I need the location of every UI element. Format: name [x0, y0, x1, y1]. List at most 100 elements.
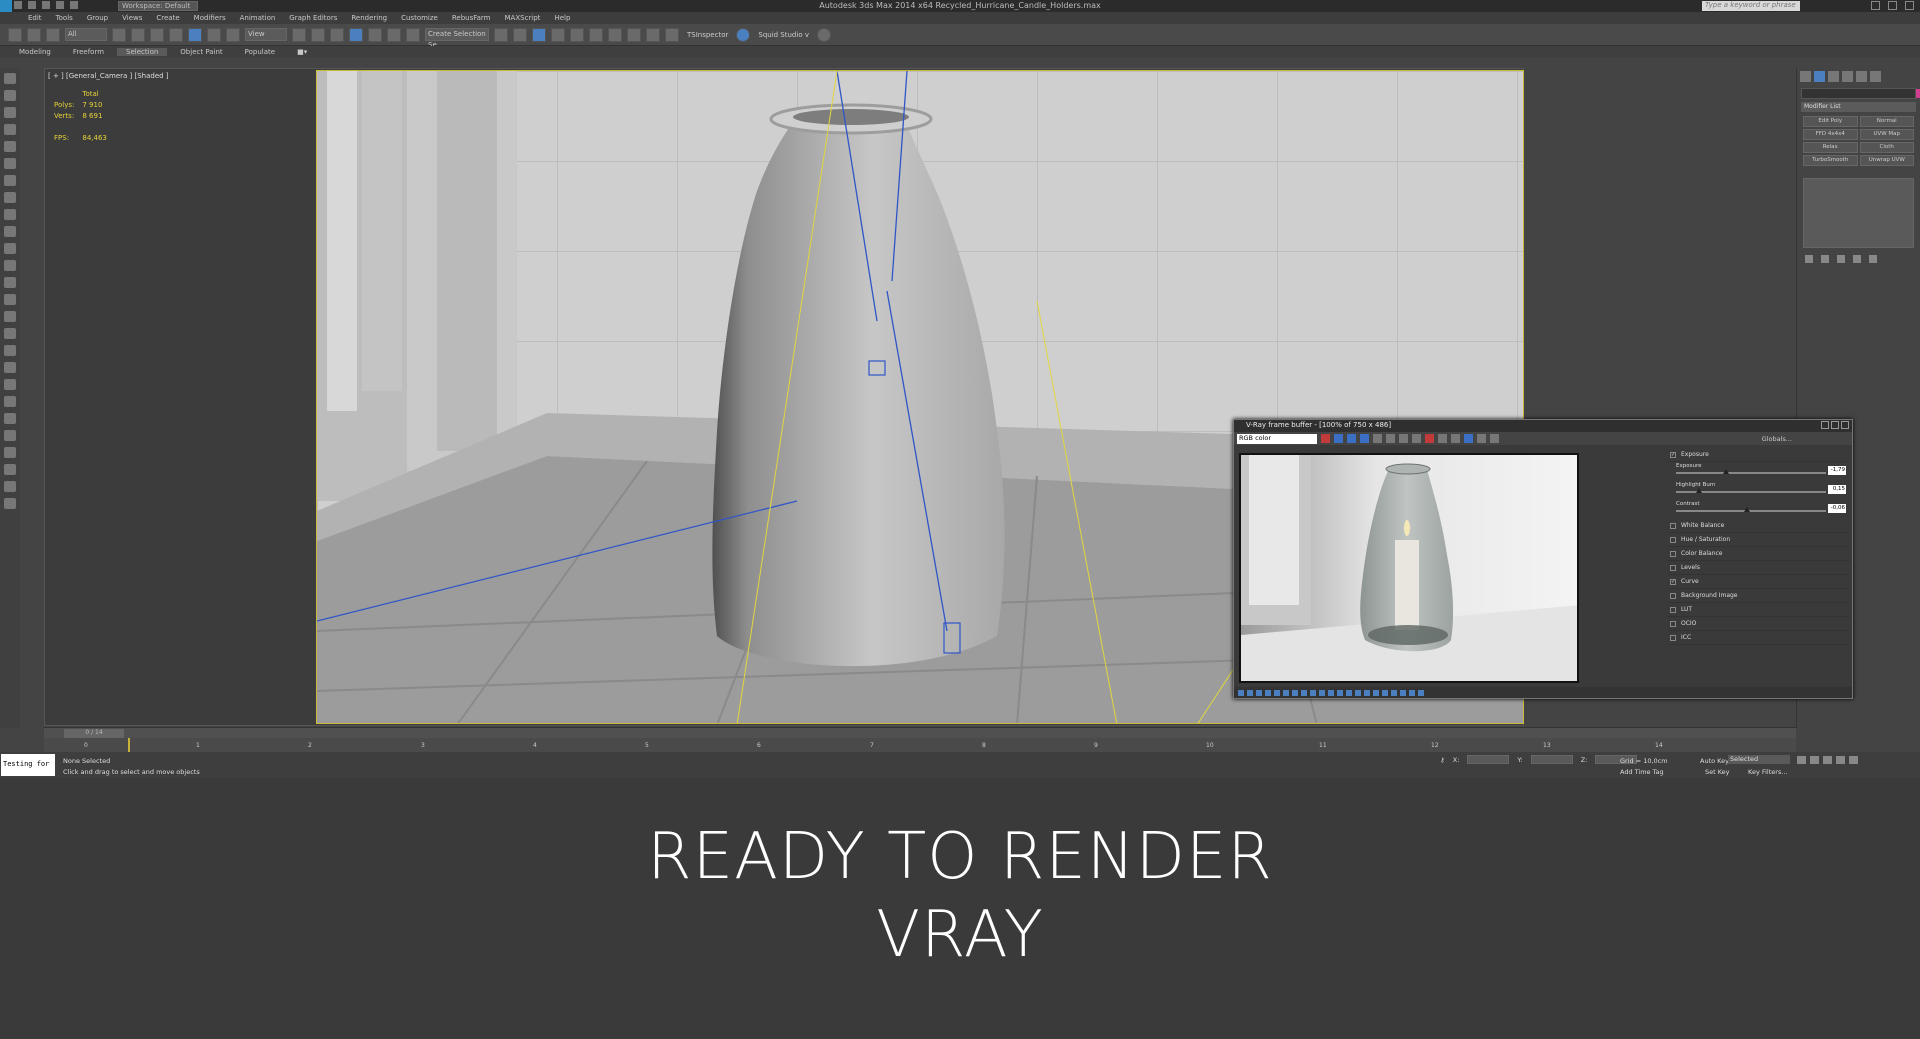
tool-icon[interactable] — [4, 498, 16, 509]
render-setup-icon[interactable] — [627, 27, 641, 42]
select-move-icon[interactable] — [188, 27, 202, 42]
tool-icon[interactable] — [1337, 689, 1343, 696]
go-to-end-icon[interactable] — [1849, 756, 1858, 764]
menu-rendering[interactable]: Rendering — [351, 14, 387, 22]
load-icon[interactable] — [1412, 434, 1421, 443]
tool-icon[interactable] — [4, 396, 16, 407]
tool-icon[interactable] — [1301, 689, 1307, 696]
key-selection-dropdown[interactable]: Selected — [1728, 755, 1790, 764]
material-editor-icon[interactable] — [608, 27, 622, 42]
viewport-label[interactable]: [ + ] [General_Camera ] [Shaded ] — [48, 72, 169, 80]
blue-channel-icon[interactable] — [1360, 434, 1369, 443]
hierarchy-tab-icon[interactable] — [1828, 71, 1839, 82]
tool-icon[interactable] — [4, 328, 16, 339]
tsinspector-icon[interactable] — [736, 27, 751, 42]
tool-icon[interactable] — [4, 141, 16, 152]
named-selection-dropdown[interactable]: Create Selection Se — [425, 28, 489, 49]
render-last-icon[interactable] — [1490, 434, 1499, 443]
select-by-name-icon[interactable] — [131, 27, 145, 42]
exposure-row[interactable]: ✓ Exposure — [1668, 448, 1850, 462]
utilities-tab-icon[interactable] — [1870, 71, 1881, 82]
save-image-icon[interactable] — [1321, 434, 1330, 443]
tool-icon[interactable] — [1364, 689, 1370, 696]
tool-icon[interactable] — [4, 90, 16, 101]
manipulate-icon[interactable] — [311, 27, 325, 42]
correction-layer-row[interactable]: OCIO — [1668, 617, 1850, 631]
tool-icon[interactable] — [4, 464, 16, 475]
tool-icon[interactable] — [1346, 689, 1352, 696]
unwrap-uvw-button[interactable]: Unwrap UVW — [1859, 155, 1914, 166]
motion-tab-icon[interactable] — [1842, 71, 1853, 82]
object-color-swatch[interactable] — [1916, 89, 1920, 98]
tool-icon[interactable] — [1292, 689, 1298, 696]
show-end-result-icon[interactable] — [1821, 255, 1829, 263]
link-icon[interactable] — [8, 27, 22, 42]
menu-maxscript[interactable]: MAXScript — [505, 14, 541, 22]
layer-checkbox[interactable] — [1670, 550, 1676, 557]
tab-selection[interactable]: Selection — [117, 48, 168, 56]
time-slider-thumb[interactable]: 0 / 14 — [64, 729, 124, 738]
tool-icon[interactable] — [4, 362, 16, 373]
cloth-button[interactable]: Cloth — [1859, 142, 1914, 153]
add-time-tag-button[interactable]: Add Time Tag — [1620, 768, 1664, 776]
maximize-icon[interactable] — [1888, 1, 1897, 10]
tool-icon[interactable] — [1328, 689, 1334, 696]
pin-stack-icon[interactable] — [1805, 255, 1813, 263]
schematic-view-icon[interactable] — [589, 27, 603, 42]
slider-knob[interactable] — [1743, 507, 1750, 512]
slider-value[interactable]: -1,79 — [1828, 466, 1846, 475]
layer-checkbox[interactable] — [1670, 522, 1676, 529]
close-icon[interactable] — [1841, 421, 1849, 429]
minimize-icon[interactable] — [1821, 421, 1829, 429]
spinner-snap-icon[interactable] — [387, 27, 401, 42]
menu-rebusfarm[interactable]: RebusFarm — [452, 14, 491, 22]
menu-customize[interactable]: Customize — [401, 14, 438, 22]
next-frame-icon[interactable] — [1836, 756, 1845, 764]
correction-layer-row[interactable]: Color Balance — [1668, 547, 1850, 561]
tool-icon[interactable] — [4, 175, 16, 186]
angle-snap-icon[interactable] — [349, 27, 363, 42]
tab-modeling[interactable]: Modeling — [10, 48, 60, 56]
reference-coord-dropdown[interactable]: View — [245, 28, 287, 41]
menu-views[interactable]: Views — [122, 14, 142, 22]
window-crossing-icon[interactable] — [169, 27, 183, 42]
go-to-start-icon[interactable] — [1797, 756, 1806, 764]
correction-layer-row[interactable]: Background Image — [1668, 589, 1850, 603]
menu-tools[interactable]: Tools — [56, 14, 73, 22]
snap-toggle-icon[interactable] — [330, 27, 344, 42]
slider-track[interactable] — [1676, 510, 1826, 512]
tool-icon[interactable] — [4, 260, 16, 271]
ribbon-options-icon[interactable]: ■▾ — [288, 48, 316, 56]
unlink-icon[interactable] — [27, 27, 41, 42]
y-coordinate-field[interactable] — [1530, 755, 1573, 764]
normal-button[interactable]: Normal — [1859, 116, 1914, 127]
maximize-icon[interactable] — [1831, 421, 1839, 429]
tool-icon[interactable] — [4, 277, 16, 288]
object-name-field[interactable] — [1801, 88, 1920, 99]
set-key-button[interactable]: Set Key — [1705, 768, 1730, 776]
tab-populate[interactable]: Populate — [236, 48, 284, 56]
vfb-title-bar[interactable]: V-Ray frame buffer - [100% of 750 x 486] — [1234, 420, 1852, 432]
ffd-button[interactable]: FFD 4x4x4 — [1803, 129, 1858, 140]
tool-icon[interactable] — [4, 209, 16, 220]
auto-key-button[interactable]: Auto Key — [1700, 757, 1729, 765]
correction-layer-row[interactable]: ICC — [1668, 631, 1850, 645]
track-mouse-icon[interactable] — [1451, 434, 1460, 443]
alpha-channel-icon[interactable] — [1373, 434, 1382, 443]
menu-animation[interactable]: Animation — [240, 14, 276, 22]
slider-value[interactable]: 0,15 — [1828, 485, 1846, 494]
x-coordinate-field[interactable] — [1467, 755, 1510, 764]
create-tab-icon[interactable] — [1800, 71, 1811, 82]
tool-icon[interactable] — [1238, 689, 1244, 696]
lock-selection-icon[interactable]: ⚷ — [1440, 756, 1445, 764]
tool-icon[interactable] — [1418, 689, 1424, 696]
align-icon[interactable] — [513, 27, 527, 42]
maxscript-mini-listener[interactable]: Testing for — [1, 754, 55, 776]
correction-layer-row[interactable]: Levels — [1668, 561, 1850, 575]
ribbon-toggle-icon[interactable] — [551, 27, 565, 42]
previous-frame-icon[interactable] — [1810, 756, 1819, 764]
edit-poly-button[interactable]: Edit Poly — [1803, 116, 1858, 127]
clear-icon[interactable] — [1425, 434, 1434, 443]
vray-frame-buffer-window[interactable]: V-Ray frame buffer - [100% of 750 x 486]… — [1233, 419, 1853, 699]
tool-icon[interactable] — [4, 226, 16, 237]
